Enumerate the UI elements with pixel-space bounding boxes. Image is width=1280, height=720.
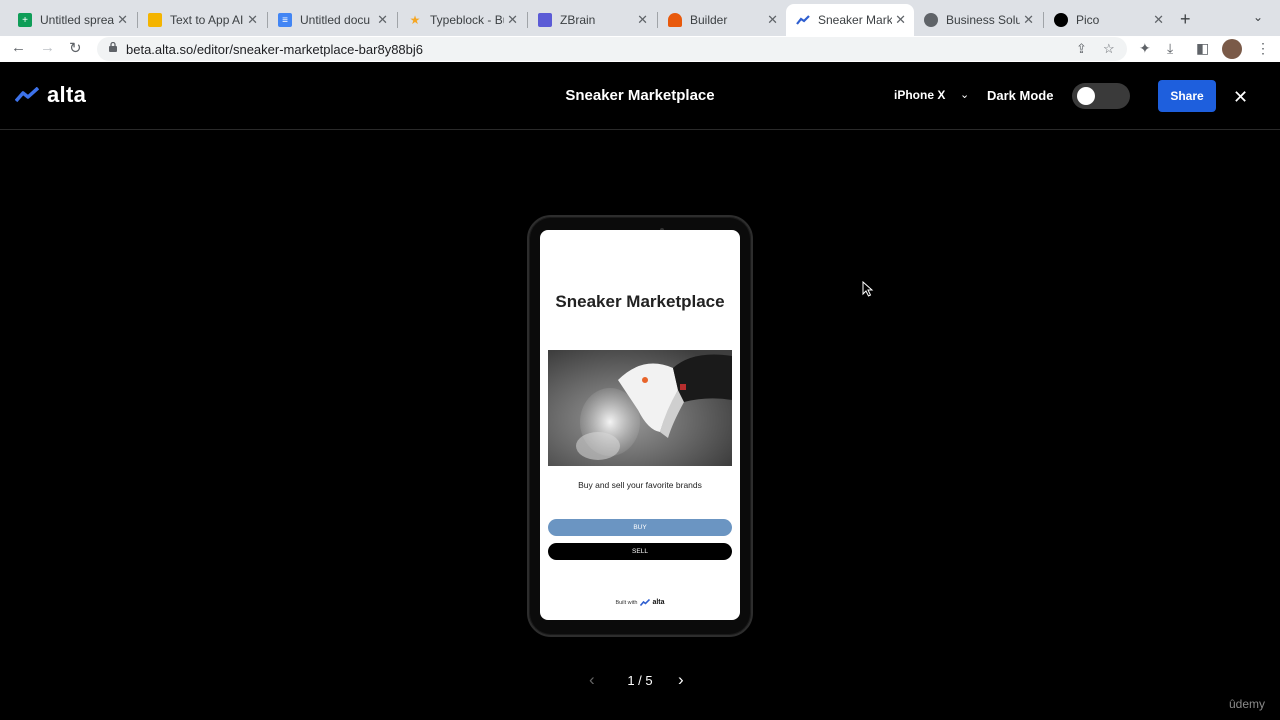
profile-avatar[interactable]: [1222, 39, 1242, 59]
browser-menu-icon[interactable]: ⋮: [1256, 40, 1270, 57]
sell-button[interactable]: SELL: [548, 543, 732, 560]
close-tab-icon[interactable]: ✕: [247, 12, 258, 28]
tab-search-chevron-icon[interactable]: ⌄: [1253, 10, 1263, 24]
built-with-label: Built with: [615, 599, 638, 606]
close-tab-icon[interactable]: ✕: [1153, 12, 1164, 28]
url-text[interactable]: beta.alta.so/editor/sneaker-marketplace-…: [126, 42, 423, 57]
builder-icon: [668, 13, 682, 27]
page-counter: 1 / 5: [627, 673, 653, 688]
address-bar[interactable]: beta.alta.so/editor/sneaker-marketplace-…: [97, 37, 1127, 61]
bookmark-star-icon[interactable]: ☆: [1103, 41, 1115, 57]
close-tab-icon[interactable]: ✕: [767, 12, 778, 28]
sheets-icon: +: [18, 13, 32, 27]
browser-tab[interactable]: ≡ Untitled docu ✕: [268, 4, 396, 36]
mouse-cursor-icon: [862, 281, 874, 297]
chevron-down-icon[interactable]: ⌄: [960, 88, 969, 101]
share-page-icon[interactable]: ⇪: [1076, 41, 1087, 57]
new-tab-icon[interactable]: +: [1180, 9, 1191, 30]
slides-icon: [148, 13, 162, 27]
previous-screen-chevron-icon[interactable]: ‹: [589, 670, 595, 690]
side-panel-icon[interactable]: ◧: [1196, 40, 1209, 57]
close-tab-icon[interactable]: ✕: [377, 12, 388, 28]
browser-toolbar: ← → ↻ beta.alta.so/editor/sneaker-market…: [0, 36, 1280, 62]
pico-icon: [1054, 13, 1068, 27]
toggle-knob: [1077, 87, 1095, 105]
back-arrow-icon[interactable]: ←: [11, 39, 26, 56]
udemy-watermark: ûdemy: [1229, 697, 1266, 711]
reload-icon[interactable]: ↻: [69, 39, 82, 57]
close-tab-icon[interactable]: ✕: [895, 12, 906, 28]
built-with-badge[interactable]: Built with alta: [540, 599, 740, 606]
extensions-puzzle-icon[interactable]: ✦: [1139, 40, 1151, 57]
close-icon[interactable]: ✕: [1233, 87, 1248, 108]
dark-mode-label: Dark Mode: [987, 88, 1054, 103]
screen-subtitle: Buy and sell your favorite brands: [578, 480, 702, 490]
phone-screen: Sneaker Marketplace Buy and sell your fa…: [540, 230, 740, 620]
zbrain-icon: [538, 13, 552, 27]
alta-mini-logo-icon: [640, 599, 651, 606]
browser-tab[interactable]: Pico ✕: [1044, 4, 1172, 36]
close-tab-icon[interactable]: ✕: [637, 12, 648, 28]
close-tab-icon[interactable]: ✕: [507, 12, 518, 28]
alta-icon: [796, 13, 810, 27]
forward-arrow-icon[interactable]: →: [40, 39, 55, 56]
browser-tab-active[interactable]: Sneaker Marke ✕: [786, 4, 914, 36]
star-icon: ★: [409, 13, 421, 27]
browser-tab-bar: + Untitled sprea ✕ Text to App AI ✕ ≡ Un…: [0, 0, 1280, 36]
buy-button[interactable]: BUY: [548, 519, 732, 536]
lock-icon: [109, 42, 117, 52]
app-header: alta Sneaker Marketplace iPhone X ⌄ Dark…: [0, 62, 1280, 130]
dark-mode-toggle[interactable]: [1072, 83, 1130, 109]
globe-icon: [924, 13, 938, 27]
browser-tab[interactable]: Text to App AI ✕: [138, 4, 266, 36]
browser-tab[interactable]: ZBrain ✕: [528, 4, 656, 36]
browser-tab[interactable]: Builder ✕: [658, 4, 786, 36]
close-tab-icon[interactable]: ✕: [117, 12, 128, 28]
share-button[interactable]: Share: [1158, 80, 1216, 112]
sneaker-hero-image: [548, 350, 732, 466]
built-with-logo: alta: [640, 599, 665, 606]
docs-icon: ≡: [278, 13, 292, 27]
screen-title: Sneaker Marketplace: [555, 292, 725, 311]
device-select[interactable]: iPhone X: [894, 88, 945, 102]
browser-tab[interactable]: Business Solut ✕: [914, 4, 1042, 36]
close-tab-icon[interactable]: ✕: [1023, 12, 1034, 28]
download-icon[interactable]: ⤓: [1167, 40, 1173, 57]
next-screen-chevron-icon[interactable]: ›: [678, 670, 684, 690]
browser-tab[interactable]: ★ Typeblock - Bu ✕: [398, 4, 526, 36]
browser-tab[interactable]: + Untitled sprea ✕: [8, 4, 136, 36]
